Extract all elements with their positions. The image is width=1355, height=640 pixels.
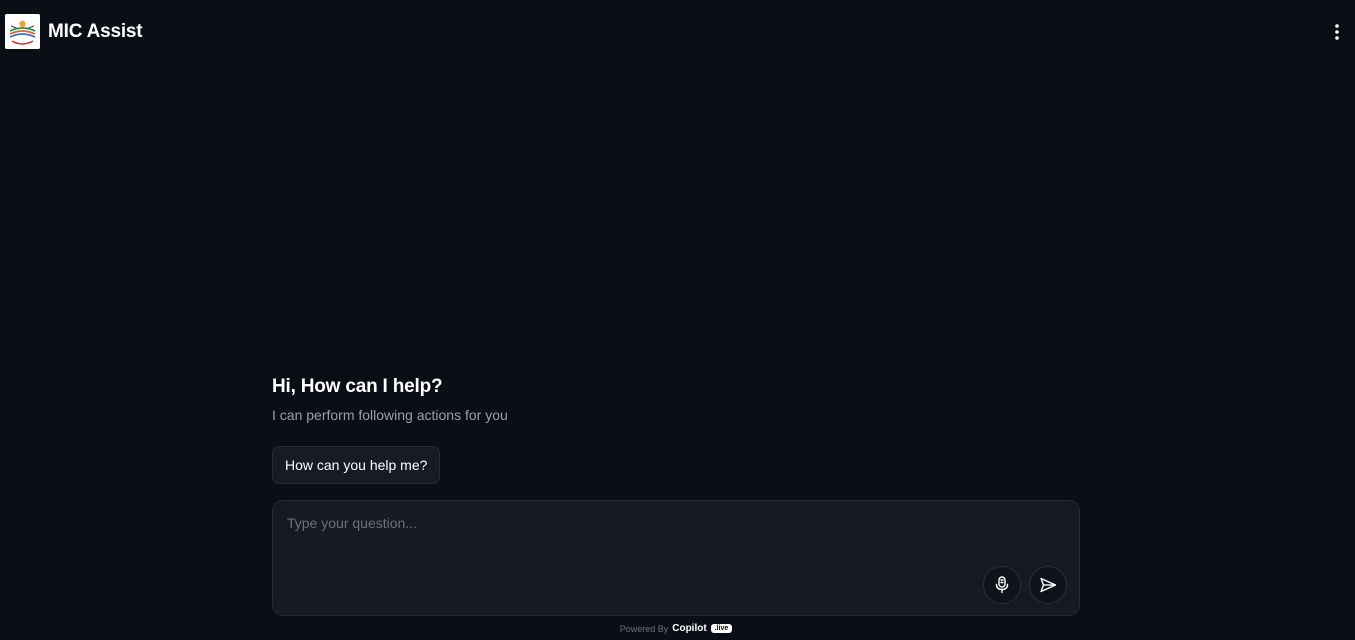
question-input[interactable] xyxy=(287,515,1057,565)
app-title: MIC Assist xyxy=(48,21,143,42)
top-bar: MIC Assist xyxy=(0,0,1355,64)
mic-logo-icon xyxy=(5,14,40,49)
question-composer xyxy=(272,500,1080,616)
powered-by-label: Powered By xyxy=(619,623,669,634)
more-menu-button[interactable] xyxy=(1327,20,1347,44)
microphone-button[interactable] xyxy=(983,566,1021,604)
more-vertical-icon xyxy=(1335,24,1339,40)
welcome-panel: Hi, How can I help? I can perform follow… xyxy=(272,376,1080,484)
suggestion-chip[interactable]: How can you help me? xyxy=(272,446,441,484)
greeting-subtitle: I can perform following actions for you xyxy=(272,407,508,423)
send-button[interactable] xyxy=(1029,566,1067,604)
powered-by-footer: Powered By Copilot .live xyxy=(0,623,1352,634)
copilot-brand[interactable]: Copilot xyxy=(672,623,706,634)
live-tag: .live xyxy=(710,624,733,633)
greeting-heading: Hi, How can I help? xyxy=(272,376,443,397)
send-icon xyxy=(1040,577,1057,593)
microphone-icon xyxy=(995,576,1009,594)
